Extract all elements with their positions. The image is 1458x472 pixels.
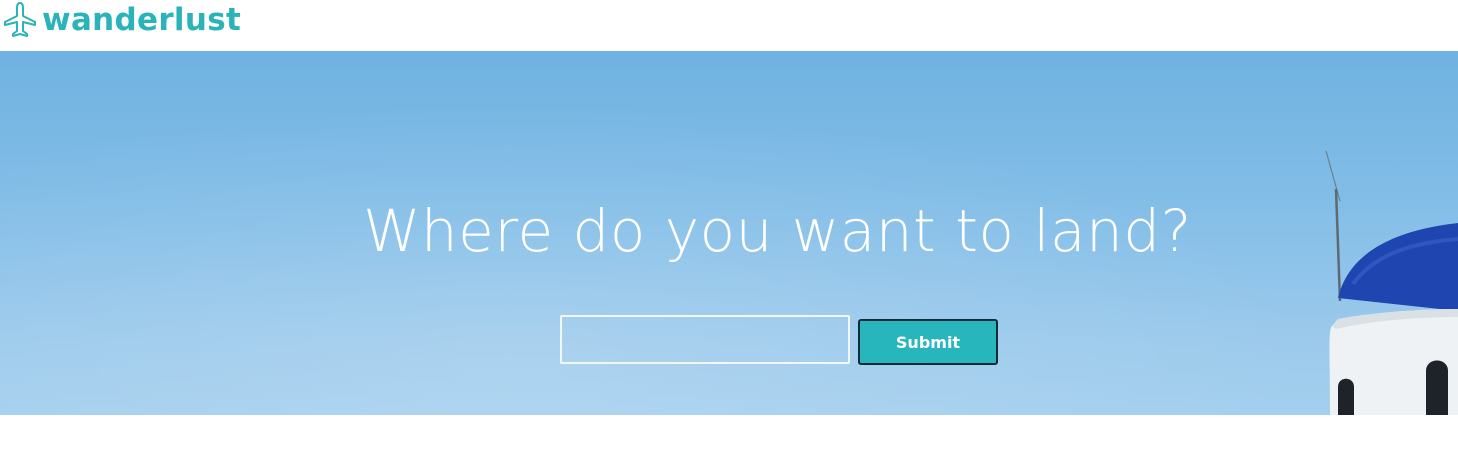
airplane-icon xyxy=(4,2,36,37)
hero-banner: Where do you want to land? Submit xyxy=(0,51,1458,415)
submit-button[interactable]: Submit xyxy=(858,319,998,365)
brand-logo-link[interactable]: wanderlust xyxy=(0,0,241,40)
hero-headline: Where do you want to land? xyxy=(363,197,1192,265)
destination-search-input[interactable] xyxy=(560,315,850,364)
site-header: wanderlust xyxy=(0,0,1458,51)
brand-name: wanderlust xyxy=(42,2,242,38)
